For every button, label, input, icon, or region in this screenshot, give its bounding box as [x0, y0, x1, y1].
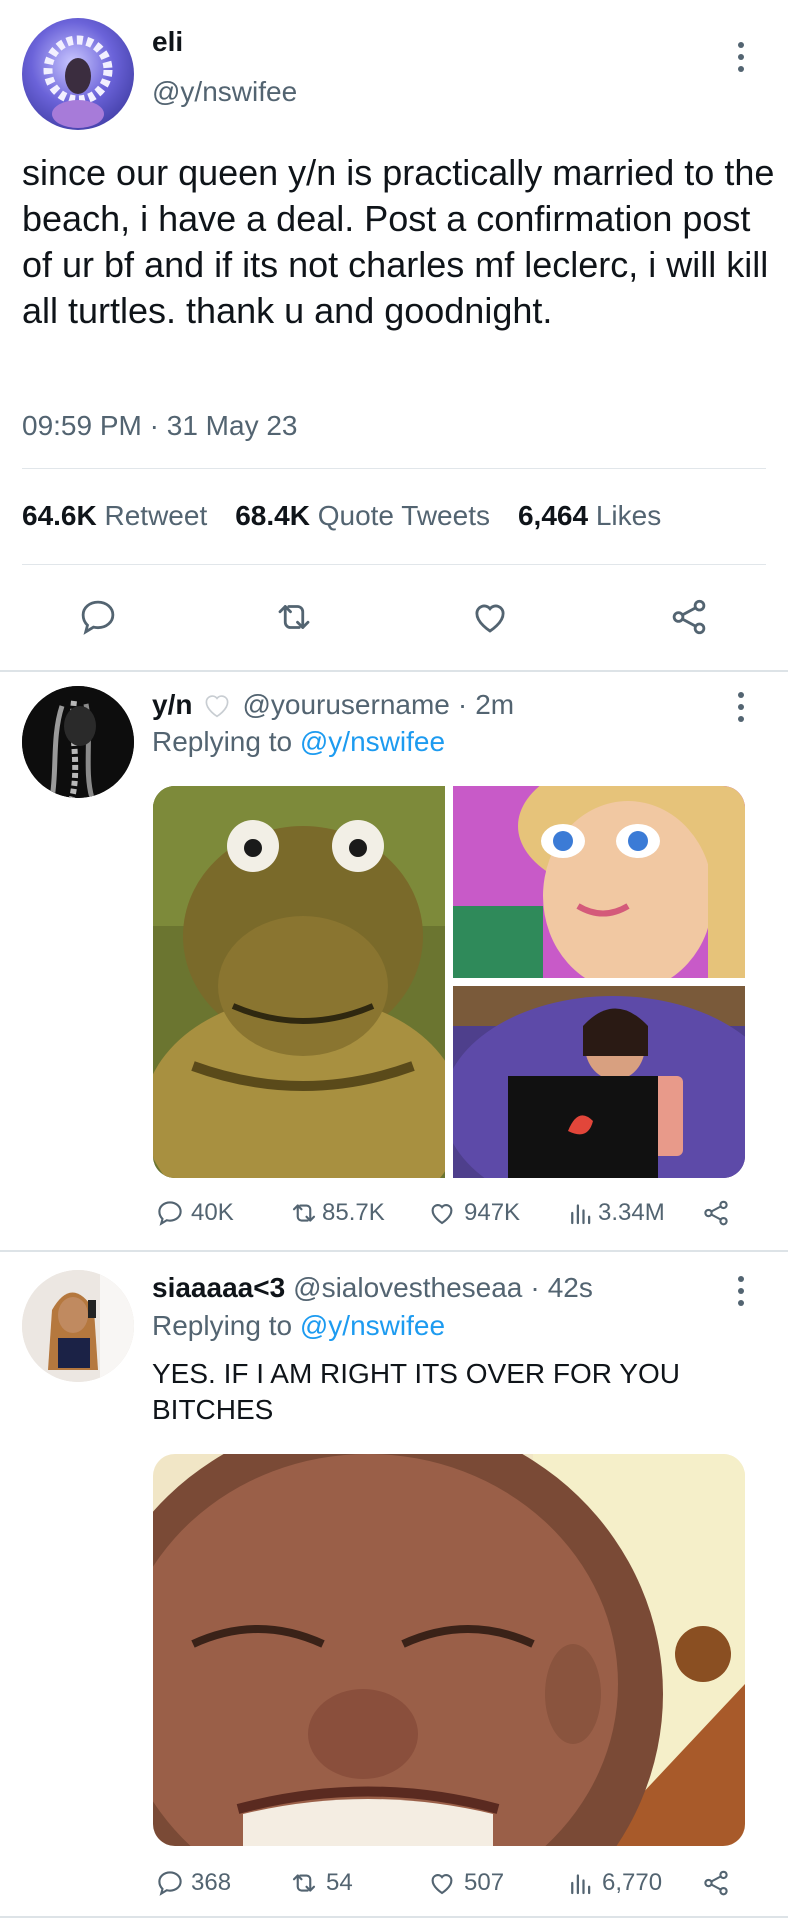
retweet-label: Retweet [104, 500, 208, 531]
retweet-icon [292, 1874, 316, 1892]
reply-time: 2m [475, 689, 515, 720]
retweet-button[interactable]: 85.7K [288, 1198, 385, 1228]
quote-count: 68.4K [235, 500, 310, 531]
doll-image[interactable] [453, 786, 745, 978]
views-count: 3.34M [598, 1199, 665, 1226]
avatar[interactable] [22, 686, 134, 798]
avatar-image [43, 35, 113, 128]
views-count: 6,770 [602, 1869, 663, 1896]
section-divider [0, 1916, 788, 1918]
share-button[interactable] [700, 1198, 732, 1228]
handle[interactable]: @sialovestheseaa [293, 1272, 522, 1304]
tweet-text: since our queen y/n is practically marri… [22, 152, 775, 331]
retweet-count: 85.7K [322, 1199, 385, 1226]
reply-header: siaaaaa<3 @sialovestheseaa · 42s [152, 1272, 593, 1304]
divider [22, 564, 766, 565]
retweet-icon [292, 1204, 316, 1222]
separator: · [530, 1272, 540, 1303]
turtle-image[interactable] [153, 786, 445, 1178]
reply-icon [158, 1201, 182, 1226]
replying-to-label: Replying to [152, 726, 293, 757]
reply-text: YES. IF I AM RIGHT ITS OVER FOR YOU BITC… [152, 1358, 680, 1425]
share-icon [704, 1200, 728, 1226]
retweet-icon[interactable] [273, 596, 315, 643]
tweet-timestamp: 09:59 PM · 31 May 23 [22, 410, 298, 442]
handle[interactable]: @y/nswifee [152, 76, 297, 108]
likes-label: Likes [595, 500, 662, 531]
like-icon [431, 1204, 453, 1225]
reply-header: y/n @yourusername · 2m [152, 688, 514, 722]
more-options-icon[interactable] [736, 1276, 746, 1306]
share-button[interactable] [700, 1868, 732, 1898]
quote-label: Quote Tweets [317, 500, 490, 531]
display-name[interactable]: eli [152, 26, 183, 58]
views-button[interactable]: 3.34M [566, 1198, 665, 1228]
smiling-kid-image[interactable] [153, 1454, 745, 1846]
retweet-count: 54 [326, 1869, 353, 1896]
divider [22, 468, 766, 469]
share-icon[interactable] [668, 596, 710, 643]
section-divider [0, 1250, 788, 1252]
likes-count: 6,464 [517, 500, 589, 531]
retweet-stat[interactable]: 64.6K Retweet [22, 500, 207, 532]
replying-to-label: Replying to [152, 1310, 293, 1341]
more-options-icon[interactable] [736, 42, 746, 72]
views-icon [571, 1204, 591, 1225]
reply-icon[interactable] [77, 596, 119, 643]
separator: · [149, 410, 159, 441]
avatar[interactable] [22, 18, 134, 130]
like-icon[interactable] [469, 596, 511, 643]
replying-to-handle[interactable]: @y/nswifee [300, 1310, 445, 1341]
reply-button[interactable]: 40K [155, 1198, 234, 1228]
tweet-date: 31 May 23 [166, 410, 298, 441]
likes-stat[interactable]: 6,464 Likes [518, 500, 661, 532]
retweet-button[interactable]: 54 [288, 1868, 353, 1898]
like-count: 507 [464, 1869, 505, 1896]
replying-to-handle[interactable]: @y/nswifee [300, 726, 445, 757]
girl-laptop-image[interactable] [453, 986, 745, 1178]
like-button[interactable]: 947K [426, 1198, 520, 1228]
reply-time: 42s [547, 1272, 593, 1303]
like-button[interactable]: 507 [426, 1868, 504, 1898]
separator: · [457, 689, 468, 720]
tweet-stats: 64.6K Retweet 68.4K Quote Tweets 6,464 L… [22, 500, 661, 532]
avatar[interactable] [22, 1270, 134, 1382]
like-count: 947K [464, 1199, 521, 1226]
tweet-time: 09:59 PM [22, 410, 142, 441]
display-name[interactable]: siaaaaa<3 [152, 1272, 285, 1304]
reply-icon [158, 1871, 182, 1896]
replying-to: Replying to @y/nswifee [152, 1310, 445, 1342]
like-icon [431, 1874, 453, 1895]
display-name[interactable]: y/n [152, 689, 192, 721]
replying-to: Replying to @y/nswifee [152, 726, 445, 758]
views-button[interactable]: 6,770 [566, 1868, 662, 1898]
reply-count: 368 [191, 1869, 232, 1896]
handle[interactable]: @yourusername [242, 689, 449, 721]
more-options-icon[interactable] [736, 692, 746, 722]
retweet-count: 64.6K [22, 500, 97, 531]
avatar-image [22, 686, 134, 798]
reply-count: 40K [191, 1199, 234, 1226]
views-icon [571, 1874, 591, 1895]
section-divider [0, 670, 788, 672]
share-icon [704, 1870, 728, 1896]
white-heart-icon [205, 695, 229, 718]
avatar-image [22, 1270, 134, 1382]
reply-button[interactable]: 368 [155, 1868, 231, 1898]
quote-stat[interactable]: 68.4K Quote Tweets [235, 500, 490, 532]
